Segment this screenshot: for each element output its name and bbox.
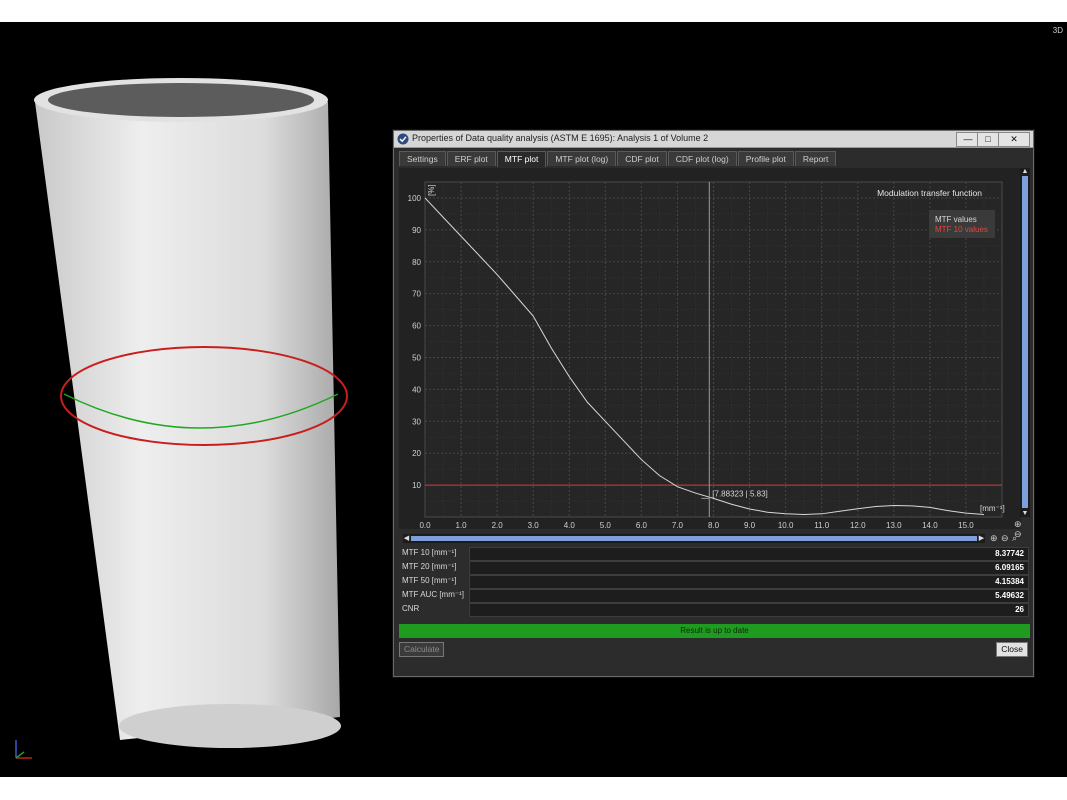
legend-mtf-values: MTF values — [935, 215, 977, 224]
result-row-mtf20: MTF 20 [mm⁻¹] 6.09165 — [399, 561, 1030, 575]
result-field: 6.09165 — [469, 561, 1029, 575]
x-tick-label: 14.0 — [922, 521, 938, 529]
vertical-scrollbar[interactable]: ▲ ▼ — [1020, 168, 1030, 517]
cursor-readout: [7.88323 | 5.83] — [712, 489, 767, 498]
x-tick-labels: 0.0 1.0 2.0 3.0 4.0 5.0 6.0 7.0 8.0 9.0 10.0 11.0 12… — [419, 521, 974, 530]
mtf-plot-area[interactable]: 10 20 30 40 50 60 70 80 90 100 0.0 1.0 2.0 3.0 4.0 5.0… — [399, 168, 1021, 530]
x-tick-label: 7.0 — [672, 521, 684, 529]
y-axis-label: [%] — [427, 184, 436, 196]
results-panel: MTF 10 [mm⁻¹] 8.37742 MTF 20 [mm⁻¹] 6.09… — [399, 547, 1030, 617]
tab-erf-plot[interactable]: ERF plot — [446, 151, 496, 166]
result-field: 8.37742 — [469, 547, 1029, 561]
y-tick-label: 70 — [412, 290, 421, 299]
chart-title: Modulation transfer function — [877, 188, 982, 198]
view-label: 3D — [1052, 26, 1063, 35]
close-window-button[interactable]: ✕ — [998, 132, 1030, 147]
scroll-up-icon[interactable]: ▲ — [1021, 168, 1029, 175]
x-tick-label: 3.0 — [528, 521, 540, 529]
y-tick-label: 40 — [412, 385, 421, 394]
result-value: 8.37742 — [995, 549, 1024, 558]
y-tick-labels: 10 20 30 40 50 60 70 80 90 100 — [408, 194, 422, 490]
cylinder-top-face — [48, 83, 314, 117]
x-tick-label: 6.0 — [636, 521, 648, 529]
horizontal-scroll-thumb[interactable] — [411, 536, 977, 541]
zoom-in-x-icon[interactable]: ⊕ — [990, 533, 998, 544]
dialog-title: Properties of Data quality analysis (AST… — [412, 133, 709, 143]
result-value: 6.09165 — [995, 563, 1024, 572]
y-tick-label: 10 — [412, 481, 421, 490]
result-label: MTF AUC [mm⁻¹] — [402, 590, 464, 599]
status-banner: Result is up to date — [399, 624, 1030, 638]
tab-cdf-plot[interactable]: CDF plot — [617, 151, 667, 166]
axes-gizmo-icon — [15, 740, 32, 759]
close-button[interactable]: Close — [996, 642, 1028, 657]
x-tick-label: 11.0 — [814, 521, 830, 529]
result-row-cnr: CNR 26 — [399, 603, 1030, 617]
x-tick-label: 0.0 — [419, 521, 431, 529]
x-tick-label: 5.0 — [600, 521, 612, 529]
x-tick-label: 9.0 — [744, 521, 756, 529]
app-logo-icon — [397, 133, 409, 145]
y-tick-label: 60 — [412, 322, 421, 331]
scroll-right-icon[interactable]: ▶ — [978, 534, 985, 543]
result-row-mtf-auc: MTF AUC [mm⁻¹] 5.49632 — [399, 589, 1030, 603]
x-tick-label: 1.0 — [456, 521, 468, 529]
y-tick-label: 30 — [412, 417, 421, 426]
chart-legend: MTF values MTF 10 values — [929, 210, 995, 238]
x-tick-label: 12.0 — [850, 521, 866, 529]
3d-viewport[interactable]: 3D Properties of Data quality analysis (… — [0, 22, 1067, 777]
calculate-button[interactable]: Calculate — [399, 642, 445, 657]
dialog-titlebar[interactable]: Properties of Data quality analysis (AST… — [394, 131, 1033, 148]
vertical-scroll-thumb[interactable] — [1022, 176, 1028, 508]
result-value: 26 — [1015, 605, 1024, 614]
tab-report[interactable]: Report — [794, 151, 837, 166]
x-tick-label: 10.0 — [778, 521, 794, 529]
zoom-reset-icon[interactable]: ⌕ — [1012, 533, 1017, 544]
result-field: 4.15384 — [469, 575, 1029, 589]
tab-settings[interactable]: Settings — [399, 151, 446, 166]
result-label: MTF 20 [mm⁻¹] — [402, 562, 457, 571]
scroll-left-icon[interactable]: ◀ — [403, 534, 410, 543]
tab-mtf-plot[interactable]: MTF plot — [496, 151, 547, 167]
legend-mtf10-values: MTF 10 values — [935, 225, 988, 234]
result-label: MTF 10 [mm⁻¹] — [402, 548, 457, 557]
properties-dialog: Properties of Data quality analysis (AST… — [393, 130, 1034, 677]
x-tick-label: 8.0 — [708, 521, 720, 529]
result-field: 5.49632 — [469, 589, 1029, 603]
y-tick-label: 90 — [412, 226, 421, 235]
result-field: 26 — [469, 603, 1029, 617]
x-tick-label: 2.0 — [492, 521, 504, 529]
horizontal-scrollbar[interactable]: ◀ ▶ — [403, 534, 985, 543]
zoom-out-x-icon[interactable]: ⊖ — [1001, 533, 1009, 544]
y-tick-label: 100 — [408, 194, 422, 203]
chart-grid — [424, 181, 1003, 518]
cylinder-bottom — [119, 704, 341, 748]
x-tick-label: 15.0 — [958, 521, 974, 529]
tab-cdf-plot-log[interactable]: CDF plot (log) — [667, 151, 737, 166]
result-row-mtf50: MTF 50 [mm⁻¹] 4.15384 — [399, 575, 1030, 589]
result-row-mtf10: MTF 10 [mm⁻¹] 8.37742 — [399, 547, 1030, 561]
x-tick-label: 13.0 — [886, 521, 902, 529]
scroll-down-icon[interactable]: ▼ — [1021, 510, 1029, 517]
result-value: 5.49632 — [995, 591, 1024, 600]
result-label: MTF 50 [mm⁻¹] — [402, 576, 457, 585]
result-label: CNR — [402, 604, 420, 613]
tab-profile-plot[interactable]: Profile plot — [737, 151, 794, 166]
y-tick-label: 50 — [412, 353, 421, 362]
x-axis-label: [mm⁻¹] — [980, 504, 1005, 513]
tab-mtf-plot-log[interactable]: MTF plot (log) — [547, 151, 617, 166]
result-value: 4.15384 — [995, 577, 1024, 586]
mtf-chart[interactable]: 10 20 30 40 50 60 70 80 90 100 0.0 1.0 2.0 3.0 4.0 5.0… — [399, 168, 1021, 530]
maximize-button[interactable]: □ — [977, 132, 999, 147]
y-tick-label: 20 — [412, 449, 421, 458]
y-tick-label: 80 — [412, 258, 421, 267]
tab-bar: Settings ERF plot MTF plot MTF plot (log… — [399, 151, 837, 167]
x-tick-label: 4.0 — [564, 521, 576, 529]
